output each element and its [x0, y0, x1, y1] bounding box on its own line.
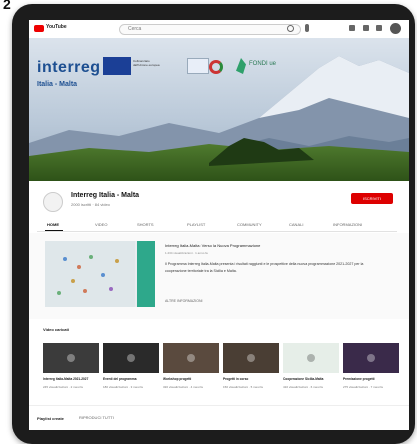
uploads-section: Video caricati Interreg Italia-Malta 202…	[29, 319, 409, 405]
play-icon	[367, 354, 375, 362]
video-thumbnail[interactable]	[103, 343, 159, 373]
featured-video-title[interactable]: Interreg Italia-Malta: Verso la Nuova Pr…	[165, 243, 385, 248]
tab-playlist[interactable]: PLAYLIST	[187, 222, 205, 227]
account-avatar[interactable]	[390, 23, 401, 34]
video-title[interactable]: Interreg Italia-Malta 2021-2027	[43, 377, 99, 381]
tab-about[interactable]: INFORMAZIONI	[333, 222, 362, 227]
map-graphic	[45, 241, 135, 307]
microphone-icon[interactable]	[305, 24, 309, 32]
search-placeholder: Cerca	[128, 26, 142, 32]
playlists-section: Playlist create RIPRODUCI TUTTI	[29, 405, 409, 430]
channel-avatar[interactable]	[43, 192, 63, 212]
apps-icon[interactable]	[363, 25, 369, 31]
search-input[interactable]: Cerca	[119, 24, 301, 35]
tab-home[interactable]: HOME	[47, 222, 59, 227]
eu-line-2: dall'Unione europea	[133, 63, 160, 67]
play-all-link[interactable]: RIPRODUCI TUTTI	[79, 415, 114, 420]
video-meta: 245 visualizzazioni · 2 mesi fa	[43, 385, 83, 389]
bell-icon[interactable]	[376, 25, 382, 31]
video-title[interactable]: Workshop progetti	[163, 377, 219, 381]
tab-video[interactable]: VIDEO	[95, 222, 107, 227]
video-title[interactable]: Progetti in corso	[223, 377, 279, 381]
featured-thumbnail-side-panel	[137, 241, 155, 307]
video-thumbnail[interactable]	[163, 343, 219, 373]
region-logo-icon	[209, 60, 223, 74]
search-icon[interactable]	[287, 25, 294, 32]
featured-video-thumbnail[interactable]	[45, 241, 155, 307]
video-meta: 320 visualizzazioni · 4 mesi fa	[163, 385, 203, 389]
channel-header: Interreg Italia - Malta 2000 iscritti · …	[29, 181, 409, 233]
play-icon	[127, 354, 135, 362]
youtube-logo-icon[interactable]	[34, 25, 44, 32]
youtube-logo-text[interactable]: YouTube	[46, 24, 67, 30]
channel-banner: interreg Italia - Malta Cofinanziato dal…	[29, 38, 409, 181]
figure-number: 2	[3, 0, 11, 12]
section-title[interactable]: Video caricati	[43, 327, 69, 332]
video-thumbnail[interactable]	[283, 343, 339, 373]
video-title[interactable]: Eventi del programma	[103, 377, 159, 381]
fondi-ue-text: FONDI ue	[249, 61, 277, 67]
play-icon	[307, 354, 315, 362]
video-title[interactable]: Premiazione progetti	[343, 377, 399, 381]
playlists-title[interactable]: Playlist create	[37, 416, 64, 421]
region-label: Italia - Malta	[37, 81, 78, 88]
create-icon[interactable]	[349, 25, 355, 31]
channel-name: Interreg Italia - Malta	[71, 192, 140, 199]
tab-community[interactable]: COMMUNITY	[237, 222, 262, 227]
video-meta: 180 visualizzazioni · 3 mesi fa	[103, 385, 143, 389]
tab-channels[interactable]: CANALI	[289, 222, 303, 227]
interreg-logo: interreg	[37, 59, 101, 76]
featured-video: Interreg Italia-Malta: Verso la Nuova Pr…	[29, 233, 409, 319]
featured-video-meta: 1.234 visualizzazioni · 1 anno fa	[165, 251, 208, 255]
subscribe-button[interactable]: ISCRIVITI	[351, 193, 393, 204]
video-thumbnail[interactable]	[343, 343, 399, 373]
channel-subscribers: 2000 iscritti · 84 video	[71, 202, 110, 207]
video-title[interactable]: Cooperazione Sicilia-Malta	[283, 377, 339, 381]
video-thumbnail[interactable]	[223, 343, 279, 373]
screen: YouTube Cerca interreg Italia - Malta Co…	[29, 20, 409, 430]
eu-cofunding-text: Cofinanziato dall'Unione europea	[133, 59, 177, 75]
government-logo-icon	[187, 58, 209, 74]
video-meta: 275 visualizzazioni · 7 mesi fa	[343, 385, 383, 389]
play-icon	[67, 354, 75, 362]
featured-video-description: Il Programma Interreg Italia-Malta prese…	[165, 262, 364, 273]
play-icon	[247, 354, 255, 362]
video-thumbnail[interactable]	[43, 343, 99, 373]
eu-flag-icon	[103, 57, 131, 75]
video-meta: 150 visualizzazioni · 5 mesi fa	[223, 385, 263, 389]
tab-shorts[interactable]: SHORTS	[137, 222, 154, 227]
channel-tabs: HOME VIDEO SHORTS PLAYLIST COMMUNITY CAN…	[37, 219, 397, 232]
read-more-link[interactable]: ALTRE INFORMAZIONI	[165, 299, 202, 303]
youtube-top-bar: YouTube Cerca	[29, 20, 409, 39]
active-tab-indicator	[45, 230, 63, 231]
play-icon	[187, 354, 195, 362]
video-meta: 410 visualizzazioni · 6 mesi fa	[283, 385, 323, 389]
